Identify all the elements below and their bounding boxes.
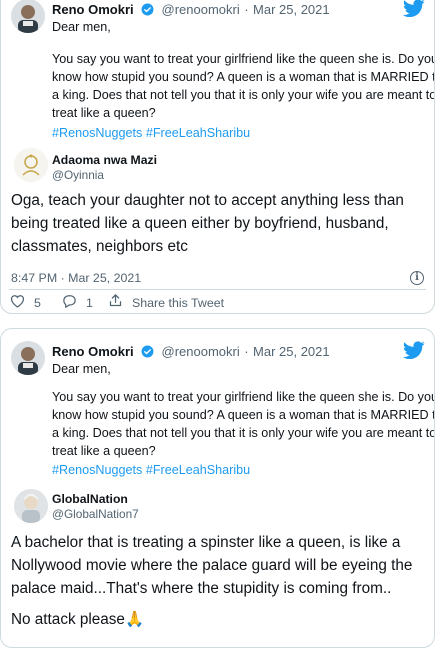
- tweet-date[interactable]: Mar 25, 2021: [253, 2, 330, 17]
- twitter-bird-icon[interactable]: [402, 341, 427, 361]
- body-line: know how stupid you sound? A queen is a …: [52, 408, 435, 422]
- reply-author-name[interactable]: GlobalNation: [52, 492, 128, 506]
- greeting: Dear men,: [52, 362, 111, 376]
- reply-text-line: being treated like a queen either by boy…: [11, 215, 389, 232]
- reply-avatar[interactable]: [14, 148, 48, 182]
- divider: [9, 289, 426, 290]
- tweet-timestamp[interactable]: 8:47 PM · Mar 25, 2021: [11, 271, 141, 285]
- reply-text-line: No attack please🙏: [11, 608, 144, 631]
- heart-icon: [10, 294, 25, 313]
- author-handle[interactable]: @renoomokri: [162, 344, 240, 359]
- body-line: treat like a queen?: [52, 106, 156, 120]
- author-line: Reno Omokri @renoomokri · Mar 25, 2021: [52, 343, 330, 363]
- verified-badge-icon: [141, 3, 154, 21]
- body-line: a king. Does that not tell you that it i…: [52, 88, 435, 102]
- embedded-tweet-card-2: Reno Omokri @renoomokri · Mar 25, 2021 D…: [0, 328, 435, 648]
- reply-avatar[interactable]: [14, 489, 48, 523]
- body-line: You say you want to treat your girlfrien…: [52, 52, 435, 66]
- author-avatar[interactable]: [11, 341, 45, 375]
- author-handle[interactable]: @renoomokri: [162, 2, 240, 17]
- like-count: 5: [34, 296, 41, 310]
- reply-action[interactable]: 1: [62, 294, 93, 313]
- reply-text-line: Oga, teach your daughter not to accept a…: [11, 192, 404, 209]
- share-label: Share this Tweet: [132, 296, 225, 310]
- separator-dot: ·: [244, 2, 249, 17]
- reply-text-line: A bachelor that is treating a spinster l…: [11, 534, 401, 551]
- twitter-bird-icon[interactable]: [402, 0, 427, 19]
- reply-author-handle[interactable]: @Oyinnia: [52, 168, 104, 182]
- author-line: Reno Omokri @renoomokri · Mar 25, 2021: [52, 1, 330, 21]
- verified-badge-icon: [141, 345, 154, 363]
- author-name[interactable]: Reno Omokri: [52, 2, 134, 17]
- author-name[interactable]: Reno Omokri: [52, 344, 134, 359]
- like-action[interactable]: 5: [10, 294, 41, 313]
- reply-text-extra: No attack please: [11, 611, 125, 628]
- reply-author-name[interactable]: Adaoma nwa Mazi: [52, 153, 157, 167]
- reply-count: 1: [86, 296, 93, 310]
- reply-text-line: Nollywood movie where the palace guard w…: [11, 557, 413, 574]
- reply-author-handle[interactable]: @GlobalNation7: [52, 507, 139, 521]
- hashtag-links[interactable]: #RenosNuggets #FreeLeahSharibu: [52, 126, 250, 140]
- embedded-tweet-card-1: Reno Omokri @renoomokri · Mar 25, 2021 D…: [0, 0, 435, 314]
- greeting: Dear men,: [52, 20, 111, 34]
- hashtag-links[interactable]: #RenosNuggets #FreeLeahSharibu: [52, 463, 250, 477]
- author-avatar[interactable]: [11, 0, 45, 33]
- separator-dot: ·: [244, 344, 249, 359]
- tweet-date[interactable]: Mar 25, 2021: [253, 344, 330, 359]
- folded-hands-emoji: 🙏: [124, 611, 144, 628]
- reply-text-line: palace maid...That's where the stupidity…: [11, 580, 392, 597]
- share-action[interactable]: Share this Tweet: [108, 293, 225, 313]
- body-line: You say you want to treat your girlfrien…: [52, 390, 435, 404]
- share-upload-icon: [108, 293, 123, 313]
- info-icon[interactable]: i: [410, 271, 424, 285]
- reply-text-line: classmates, neighbors etc: [11, 238, 188, 255]
- body-line: treat like a queen?: [52, 444, 156, 458]
- body-line: know how stupid you sound? A queen is a …: [52, 70, 435, 84]
- reply-bubble-icon: [62, 294, 77, 313]
- body-line: a king. Does that not tell you that it i…: [52, 426, 435, 440]
